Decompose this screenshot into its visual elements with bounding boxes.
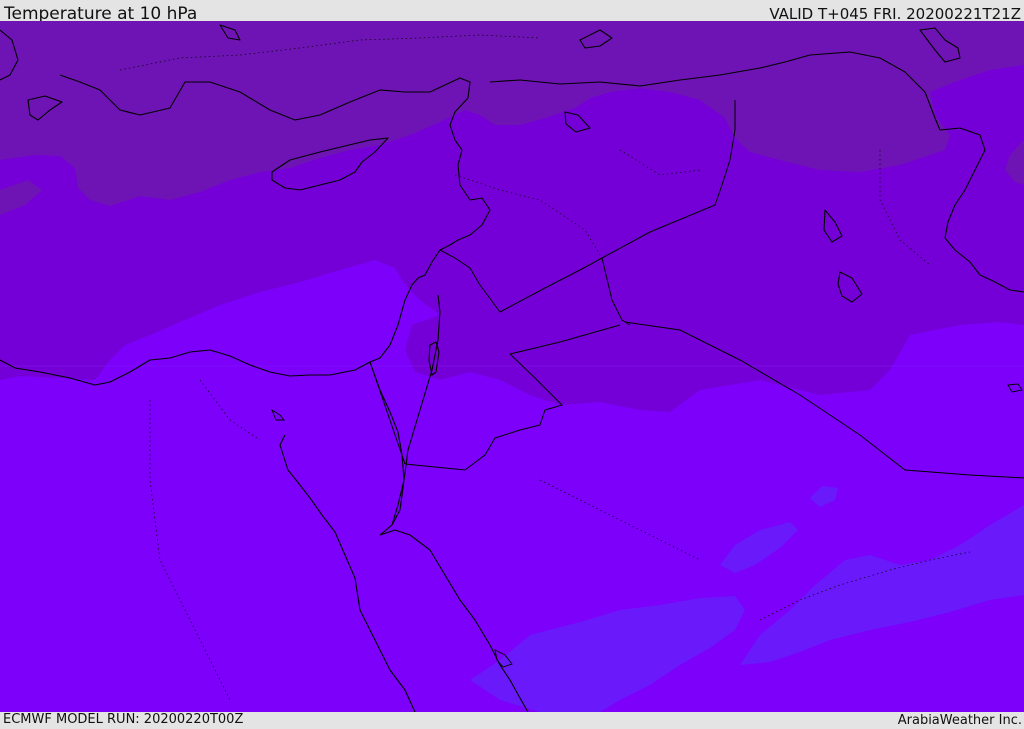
map-page: Temperature at 10 hPa VALID T+045 FRI. 2… xyxy=(0,0,1024,729)
header-bar: Temperature at 10 hPa VALID T+045 FRI. 2… xyxy=(0,0,1024,23)
model-run-label: ECMWF MODEL RUN: 20200220T00Z xyxy=(3,712,244,727)
footer-bar: ECMWF MODEL RUN: 20200220T00Z ArabiaWeat… xyxy=(0,712,1024,729)
map-canvas xyxy=(0,21,1024,712)
weather-map xyxy=(0,21,1024,712)
credit-label: ArabiaWeather Inc. xyxy=(897,713,1022,728)
valid-time-label: VALID T+045 FRI. 20200221T21Z xyxy=(769,5,1021,23)
